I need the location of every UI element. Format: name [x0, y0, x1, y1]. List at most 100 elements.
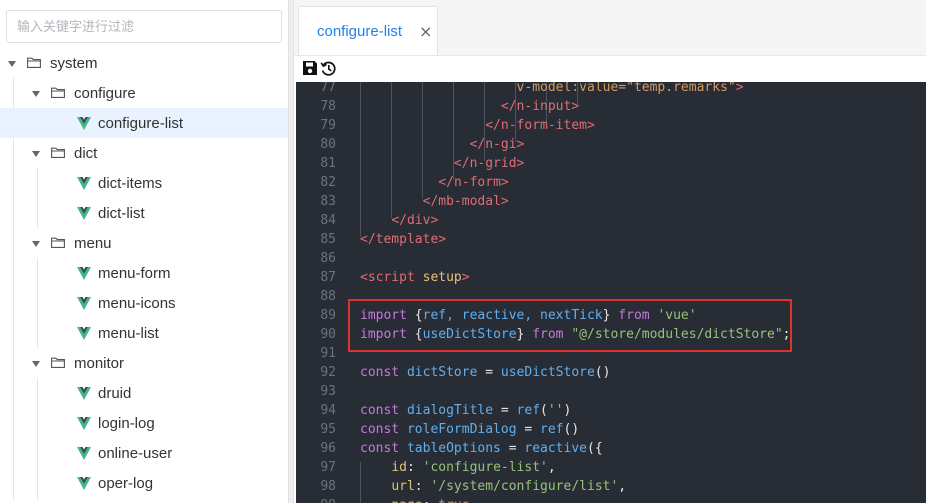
- code-editor[interactable]: 77 78 79 80 81 82 83 84 85 86 87 88 89 9…: [296, 82, 926, 503]
- tree-item-label: menu-list: [98, 324, 159, 342]
- line-number: 87: [320, 270, 336, 285]
- caret-down-icon[interactable]: [32, 241, 40, 247]
- code-line-82: </n-form>: [438, 175, 509, 190]
- folder-icon: [51, 147, 65, 158]
- line-number: 89: [320, 308, 336, 323]
- tree-item-menu[interactable]: menu: [0, 228, 288, 258]
- tree-item-configure[interactable]: configure: [0, 78, 288, 108]
- vue-file-icon: [77, 417, 91, 430]
- tree-item-system[interactable]: system: [0, 48, 288, 78]
- tree-item-dict[interactable]: dict: [0, 138, 288, 168]
- filter-search-box[interactable]: [6, 10, 282, 43]
- vue-file-icon: [77, 447, 91, 460]
- code-line-95: const roleFormDialog = ref(): [360, 422, 580, 437]
- line-number: 94: [320, 403, 336, 418]
- line-number: 77: [320, 82, 336, 95]
- tree-item-label: oper-log: [98, 474, 154, 492]
- tree-item-dict-items[interactable]: dict-items: [0, 168, 288, 198]
- code-line-94: const dialogTitle = ref(''): [360, 403, 572, 418]
- line-number: 85: [320, 232, 336, 247]
- vue-file-icon: [77, 297, 91, 310]
- history-icon[interactable]: [320, 60, 337, 77]
- tree-item-menu-form[interactable]: menu-form: [0, 258, 288, 288]
- filter-input[interactable]: [7, 11, 277, 42]
- line-number: 90: [320, 327, 336, 342]
- caret-down-icon[interactable]: [32, 91, 40, 97]
- save-icon[interactable]: [302, 60, 318, 76]
- tree-item-label: dict: [74, 144, 98, 162]
- line-number: 99: [296, 498, 336, 503]
- line-number: 78: [320, 99, 336, 114]
- folder-icon: [51, 237, 65, 248]
- file-tree-sidebar: system configure configure-list dict dic…: [0, 0, 288, 503]
- close-tab-icon[interactable]: ×: [419, 22, 432, 41]
- tree-item-label: monitor: [74, 354, 125, 372]
- code-line-81: </n-grid>: [453, 156, 525, 171]
- tree-item-dict-list[interactable]: dict-list: [0, 198, 288, 228]
- code-line-85: </template>: [360, 232, 447, 247]
- tree-item-label: system: [50, 54, 98, 72]
- line-number: 91: [320, 346, 336, 361]
- vue-file-icon: [77, 387, 91, 400]
- tree-item-configure-list[interactable]: configure-list: [0, 108, 288, 138]
- tab-configure-list[interactable]: configure-list ×: [298, 6, 438, 55]
- code-line-83: </mb-modal>: [422, 194, 509, 209]
- code-line-92: const dictStore = useDictStore(): [360, 365, 611, 380]
- vue-file-icon: [77, 477, 91, 490]
- tree-item-oper-log[interactable]: oper-log: [0, 468, 288, 498]
- code-line-96: const tableOptions = reactive({: [360, 441, 603, 456]
- line-number: 88: [320, 289, 336, 304]
- vue-file-icon: [77, 177, 91, 190]
- tree-item-label: druid: [98, 384, 132, 402]
- line-number: 84: [320, 213, 336, 228]
- tree-item-label: login-log: [98, 414, 155, 432]
- editor-toolbar: [294, 56, 926, 82]
- tree-item-label: dict-items: [98, 174, 163, 192]
- code-line-77: v-model:value="temp.remarks">: [516, 82, 744, 95]
- tab-label: configure-list: [317, 23, 403, 40]
- tree-item-label: menu: [74, 234, 112, 252]
- tree-item-menu-list[interactable]: menu-list: [0, 318, 288, 348]
- line-number: 79: [320, 118, 336, 133]
- tree-item-login-log[interactable]: login-log: [0, 408, 288, 438]
- line-number: 96: [320, 441, 336, 456]
- tree-item-monitor[interactable]: monitor: [0, 348, 288, 378]
- line-number: 83: [320, 194, 336, 209]
- code-line-80: </n-gi>: [469, 137, 525, 152]
- caret-down-icon[interactable]: [8, 61, 16, 67]
- vue-file-icon: [77, 267, 91, 280]
- tree-item-online-user[interactable]: online-user: [0, 438, 288, 468]
- line-number: 93: [320, 384, 336, 399]
- line-number: 80: [320, 137, 336, 152]
- folder-icon: [51, 357, 65, 368]
- line-number: 98: [320, 479, 336, 494]
- line-number: 97: [320, 460, 336, 475]
- tree-item-druid[interactable]: druid: [0, 378, 288, 408]
- code-line-97: id: 'configure-list',: [391, 460, 556, 475]
- caret-down-icon[interactable]: [32, 361, 40, 367]
- tree-item-label: configure: [74, 84, 136, 102]
- tree-item-label: online-user: [98, 444, 173, 462]
- folder-icon: [51, 87, 65, 98]
- line-number: 95: [320, 422, 336, 437]
- highlight-annotation-box: [348, 299, 792, 352]
- caret-down-icon[interactable]: [32, 151, 40, 157]
- folder-icon: [27, 57, 41, 68]
- tree-item-label: menu-icons: [98, 294, 176, 312]
- tab-bar: configure-list ×: [294, 0, 926, 56]
- code-line-99: page: true: [360, 498, 469, 503]
- code-line-78: </n-input>: [500, 99, 580, 114]
- code-line-87: <script setup>: [360, 270, 470, 285]
- tree-item-label: menu-form: [98, 264, 171, 282]
- code-line-79: </n-form-item>: [485, 118, 595, 133]
- line-number: 86: [320, 251, 336, 266]
- line-number: 92: [320, 365, 336, 380]
- vue-file-icon: [77, 327, 91, 340]
- tree-item-label: dict-list: [98, 204, 145, 222]
- tree-item-label: configure-list: [98, 114, 184, 132]
- vue-file-icon: [77, 207, 91, 220]
- tree-item-menu-icons[interactable]: menu-icons: [0, 288, 288, 318]
- vue-file-icon: [77, 117, 91, 130]
- code-line-84: </div>: [391, 213, 439, 228]
- code-line-98: url: '/system/configure/list',: [391, 479, 627, 494]
